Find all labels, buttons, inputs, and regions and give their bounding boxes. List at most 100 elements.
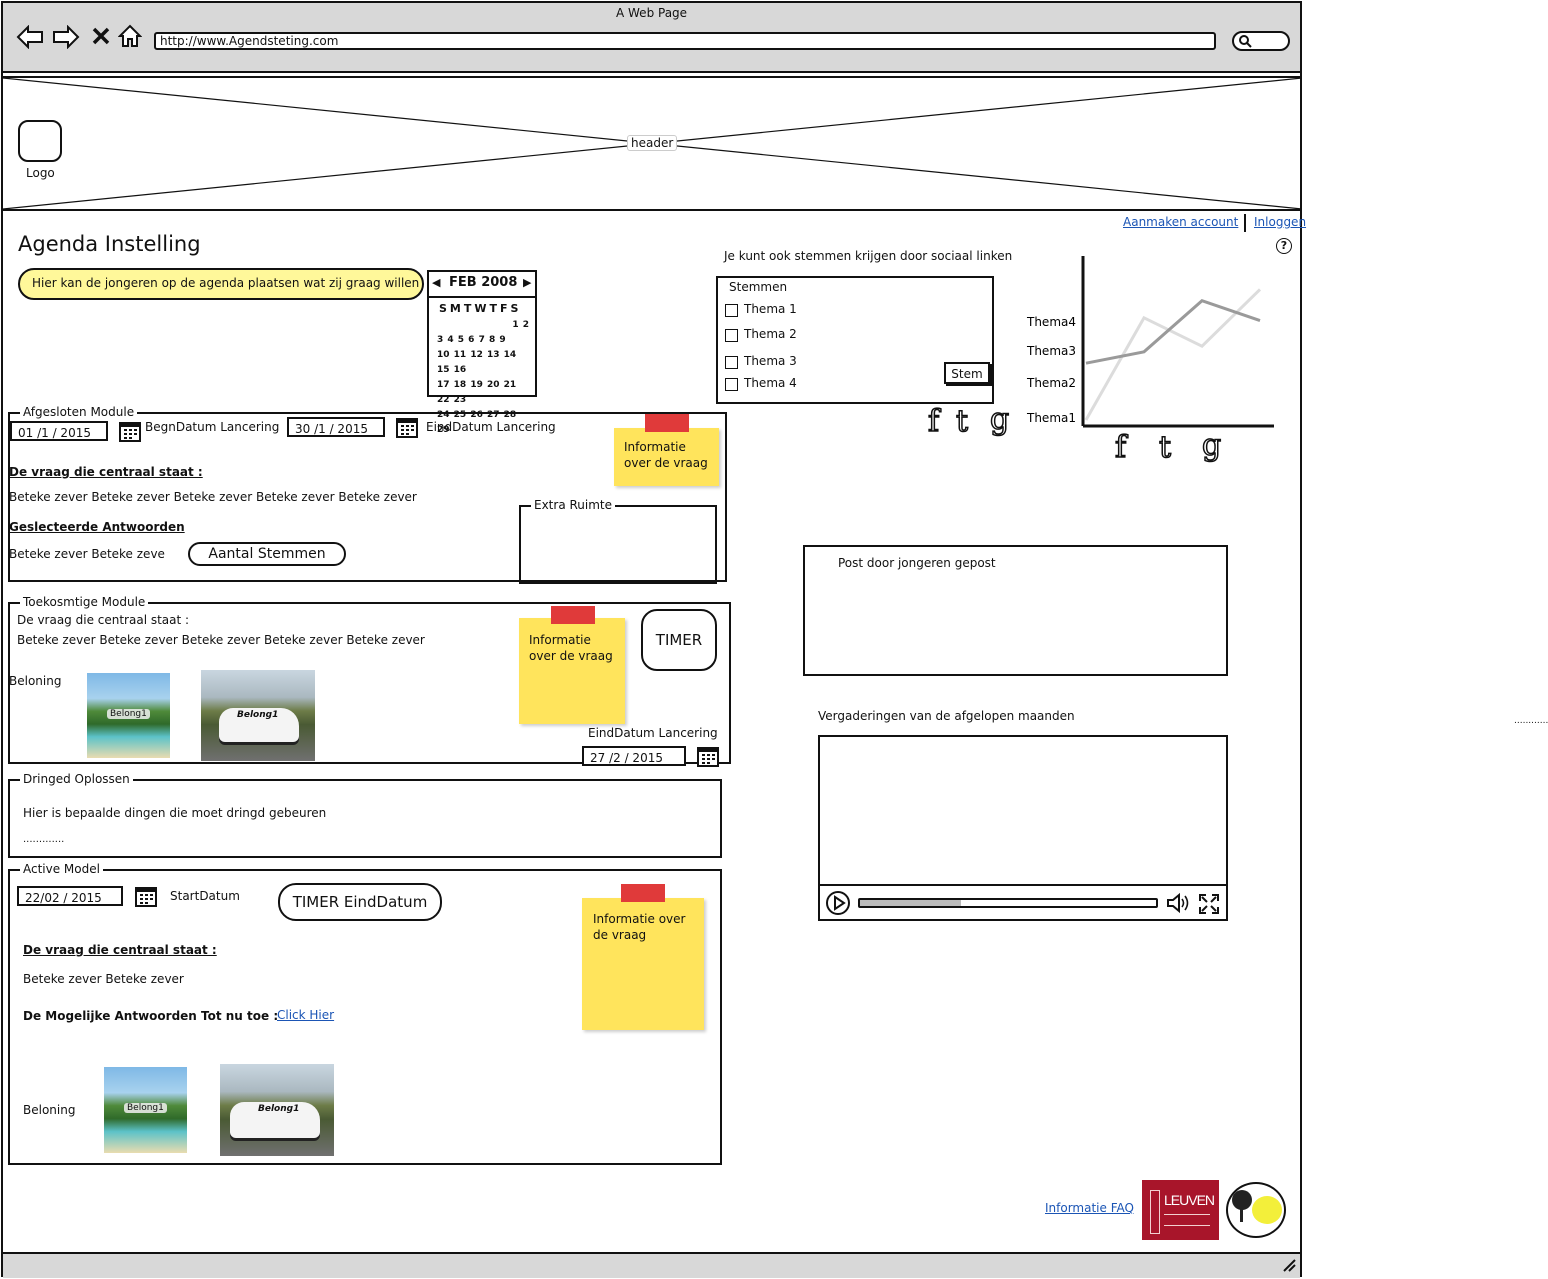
active-question-text: Beteke zever Beteke zever: [23, 972, 184, 986]
thema-1-checkbox[interactable]: [725, 304, 738, 317]
posts-label: Post door jongeren gepost: [838, 556, 996, 570]
active-question-heading: De vraag die centraal staat :: [23, 943, 217, 957]
thema-3-label: Thema 3: [744, 354, 797, 368]
link-divider: [1244, 214, 1246, 232]
play-icon[interactable]: [825, 890, 851, 916]
timer-button[interactable]: TIMER: [641, 609, 717, 671]
resize-handle-icon[interactable]: [1282, 1258, 1296, 1272]
active-start-label: StartDatum: [170, 889, 240, 903]
forward-arrow-icon[interactable]: [52, 25, 80, 49]
thema-4-label: Thema 4: [744, 376, 797, 390]
home-icon[interactable]: [118, 24, 142, 48]
chart-series-line: [1084, 288, 1262, 421]
active-date[interactable]: 22/02 / 2015: [17, 886, 123, 906]
toekomstige-end-label: EindDatum Lancering: [588, 726, 718, 740]
nature-logo[interactable]: [1226, 1182, 1286, 1238]
toekomstige-label: Toekosmtige Module: [20, 595, 149, 609]
aantal-stemmen-button[interactable]: Aantal Stemmen: [188, 542, 346, 566]
click-hier-link[interactable]: Click Hier: [277, 1008, 334, 1022]
extra-ruimte-panel: Extra Ruimte: [519, 498, 717, 584]
afgesloten-answers-heading: Geslecteerde Antwoorden: [9, 520, 185, 534]
google-icon[interactable]: g: [989, 401, 1010, 438]
tree-icon: [1232, 1190, 1252, 1210]
toekomstige-question-heading: De vraag die centraal staat :: [17, 613, 190, 627]
twitter-icon[interactable]: t: [955, 403, 969, 440]
afgesloten-note: Informatie over de vraag: [614, 428, 719, 486]
create-account-link[interactable]: Aanmaken account: [1123, 215, 1238, 229]
thema-2-checkbox[interactable]: [725, 329, 738, 342]
faq-link[interactable]: Informatie FAQ: [1045, 1201, 1134, 1215]
toekomstige-question-text: Beteke zever Beteke zever Beteke zever B…: [17, 633, 425, 647]
active-answers-heading: De Mogelijke Antwoorden Tot nu toe :: [23, 1009, 279, 1023]
leuven-tower-icon: [1150, 1190, 1160, 1234]
car-image[interactable]: Belong1: [201, 670, 315, 761]
beach-image[interactable]: Belong1: [87, 673, 170, 758]
thema-4-checkbox[interactable]: [725, 378, 738, 391]
thema-3-checkbox[interactable]: [725, 356, 738, 369]
video-controls: [820, 884, 1226, 886]
beach-image-label: Belong1: [124, 1103, 167, 1113]
login-link[interactable]: Inloggen: [1254, 215, 1306, 229]
toekomstige-end-date[interactable]: 27 /2 / 2015: [582, 746, 686, 766]
calendar-widget[interactable]: ◀ FEB 2008 ▶ SMTWTFS 1 2 3 4 5 6 7 8 9 1…: [427, 270, 537, 435]
volume-icon[interactable]: [1166, 892, 1192, 914]
afgesloten-end-label: EindDatum Lancering: [426, 420, 556, 434]
search-box[interactable]: [1232, 31, 1290, 51]
fullscreen-icon[interactable]: [1198, 893, 1220, 915]
car-image[interactable]: Belong1: [220, 1064, 334, 1156]
calendar-icon[interactable]: [119, 421, 141, 443]
voting-intro: Je kunt ook stemmen krijgen door sociaal…: [724, 249, 1013, 263]
url-text: http://www.Agendsteting.com: [160, 34, 339, 48]
leuven-logo-text: LEUVEN: [1164, 1192, 1215, 1208]
afgesloten-answers-text: Beteke zever Beteke zeve: [9, 547, 165, 561]
stem-button[interactable]: Stem: [944, 362, 990, 384]
chart-google-icon[interactable]: g: [1201, 427, 1222, 464]
note-text: Informatie over de vraag: [529, 633, 613, 663]
chart-facebook-icon[interactable]: f: [1114, 429, 1127, 466]
logo[interactable]: [18, 120, 62, 162]
calendar-icon[interactable]: [135, 886, 157, 908]
calendar-weekdays: SMTWTFS: [439, 302, 522, 315]
close-icon[interactable]: [92, 27, 110, 45]
facebook-icon[interactable]: f: [927, 403, 940, 440]
chart-tick-label: Thema4: [1026, 315, 1076, 329]
leuven-logo[interactable]: LEUVEN: [1142, 1180, 1219, 1240]
afgesloten-question-heading: De vraag die centraal staat :: [9, 465, 203, 479]
afgesloten-start-date[interactable]: 01 /1 / 2015: [10, 421, 108, 441]
note-tape: [551, 606, 595, 624]
extra-ruimte-label: Extra Ruimte: [531, 498, 616, 512]
timer-einddatum-button[interactable]: TIMER EindDatum: [278, 883, 442, 921]
afgesloten-end-date[interactable]: 30 /1 / 2015: [287, 417, 385, 437]
chart-twitter-icon[interactable]: t: [1158, 429, 1172, 466]
search-icon: [1239, 35, 1252, 48]
active-reward-label: Beloning: [23, 1103, 76, 1117]
chart-tick-label: Thema2: [1026, 376, 1076, 390]
video-progress-track[interactable]: [858, 898, 1158, 908]
callout-bubble: Hier kan de jongeren op de agenda plaats…: [18, 268, 424, 300]
note-text: Informatie over de vraag: [624, 440, 708, 470]
url-bar[interactable]: http://www.Agendsteting.com: [154, 32, 1216, 50]
header-label: header: [627, 135, 678, 151]
note-text: Informatie over de vraag: [593, 912, 686, 942]
beach-image-label: Belong1: [107, 709, 150, 719]
active-label: Active Model: [20, 862, 103, 876]
back-arrow-icon[interactable]: [16, 25, 44, 49]
sun-icon: [1252, 1196, 1282, 1224]
logo-label: Logo: [26, 166, 55, 180]
calendar-icon[interactable]: [697, 746, 719, 768]
active-note: Informatie over de vraag: [582, 898, 704, 1030]
calendar-header: ◀ FEB 2008 ▶: [429, 272, 535, 298]
beach-image[interactable]: Belong1: [104, 1067, 187, 1153]
chart-tick-label: Thema1: [1026, 411, 1076, 425]
callout-text: Hier kan de jongeren op de agenda plaats…: [32, 276, 420, 290]
calendar-icon[interactable]: [396, 417, 418, 439]
chart-tick-label: Thema3: [1026, 344, 1076, 358]
leuven-subline: [1164, 1214, 1210, 1226]
calendar-month: FEB 2008: [449, 275, 518, 290]
prev-month-icon[interactable]: ◀: [432, 276, 440, 289]
tree-trunk: [1240, 1208, 1243, 1222]
page-title: Agenda Instelling: [18, 232, 201, 256]
toekomstige-note: Informatie over de vraag: [519, 618, 625, 724]
next-month-icon[interactable]: ▶: [523, 276, 531, 289]
video-label: Vergaderingen van de afgelopen maanden: [818, 709, 1075, 723]
